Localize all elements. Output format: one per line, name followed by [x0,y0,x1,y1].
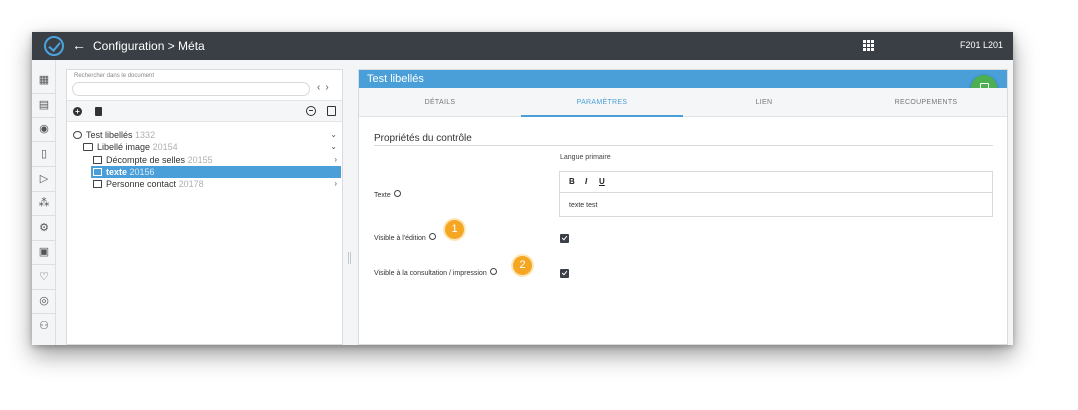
apps-grid-icon[interactable] [863,40,874,51]
chevron-down-icon[interactable]: ⌄ [330,129,337,141]
dashboard-icon[interactable]: ▦ [36,72,52,88]
trash-icon[interactable] [95,107,102,116]
add-icon[interactable]: + [73,107,82,116]
chevron-down-icon[interactable]: ⌄ [330,141,337,153]
user-code[interactable]: F201 L201 [960,40,1003,50]
attachment-icon[interactable]: ▯ [36,146,52,162]
tag-icon[interactable]: ▷ [36,171,52,187]
document-tree-panel: Rechercher dans le document ‹› + Test li… [66,69,343,345]
breadcrumb: Configuration > Méta [93,39,205,53]
info-icon[interactable] [428,233,436,240]
tab-lien[interactable]: LIEN [683,88,845,117]
users-icon[interactable]: ⁂ [36,195,52,211]
tree-node-root[interactable]: Test libellés 1332 ⌄ [73,129,342,141]
visible-consult-checkbox[interactable] [560,269,569,278]
settings-icon[interactable]: ⚙ [36,220,52,236]
app-logo[interactable] [44,36,64,56]
tab-details[interactable]: DÉTAILS [359,88,521,117]
visible-edit-checkbox[interactable] [560,234,569,243]
folder-icon [83,143,93,151]
tab-recoupements[interactable]: RECOUPEMENTS [845,88,1007,117]
top-bar: ← Configuration > Méta F201 L201 [32,32,1013,60]
search-input[interactable] [72,82,310,96]
app-window: ← Configuration > Méta F201 L201 ▦ ▤ ◉ ▯… [32,32,1013,345]
tree-node-folder[interactable]: Libellé image 20154 ⌄ [83,141,342,153]
search-nav-arrows[interactable]: ‹› [317,82,334,93]
visible-edit-label: Visible à l'édition [374,233,436,242]
location-icon[interactable]: ◉ [36,121,52,137]
info-icon[interactable] [489,268,497,275]
panel-title: Test libellés [359,70,1007,88]
visible-consult-label: Visible à la consultation / impression [374,268,497,277]
underline-button[interactable]: U [599,177,605,186]
callout-badge-1: 1 [445,220,464,239]
italic-button[interactable]: I [585,177,587,186]
collapse-all-icon[interactable] [306,106,316,116]
copy-icon[interactable] [327,106,336,116]
info-icon[interactable] [393,190,401,197]
chevron-right-icon[interactable]: › [334,154,337,166]
side-rail: ▦ ▤ ◉ ▯ ▷ ⁂ ⚙ ▣ ♡ ◎ ⚇ [32,60,56,345]
tree-node-contact[interactable]: Personne contact 20178 › [93,178,342,190]
checklist-icon [93,156,102,164]
back-arrow-icon[interactable]: ← [72,37,86,53]
section-title: Propriétés du contrôle [374,133,472,144]
tree-toolbar: + [67,100,342,122]
language-label: Langue primaire [560,154,611,161]
tab-parametres[interactable]: PARAMÈTRES [521,88,683,117]
status-icon [73,131,82,139]
control-editor-panel: Test libellés DÉTAILS PARAMÈTRES LIEN RE… [358,69,1008,345]
callout-badge-2: 2 [513,256,532,275]
tree-node-texte-selected[interactable]: texte 20156 [91,166,341,178]
editor-toolbar: B I U [560,172,992,193]
search-label: Rechercher dans le document [74,73,155,79]
chevron-right-icon[interactable]: › [334,178,337,190]
panel-splitter[interactable] [348,252,351,264]
texte-field-label: Texte [374,190,401,199]
contact-card-icon [93,180,102,188]
editor-content[interactable]: texte test [569,202,597,209]
tree-node-decompte[interactable]: Décompte de selles 20155 › [93,154,342,166]
rich-text-editor[interactable]: B I U texte test [559,171,993,217]
text-field-icon [93,168,102,176]
pin-icon[interactable]: ◎ [36,293,52,309]
report-icon[interactable]: ▣ [36,244,52,260]
section-divider [374,145,993,146]
health-icon[interactable]: ♡ [36,269,52,285]
bold-button[interactable]: B [569,177,575,186]
tab-bar: DÉTAILS PARAMÈTRES LIEN RECOUPEMENTS [359,88,1007,117]
network-icon[interactable]: ⚇ [36,318,52,334]
document-icon[interactable]: ▤ [36,97,52,113]
